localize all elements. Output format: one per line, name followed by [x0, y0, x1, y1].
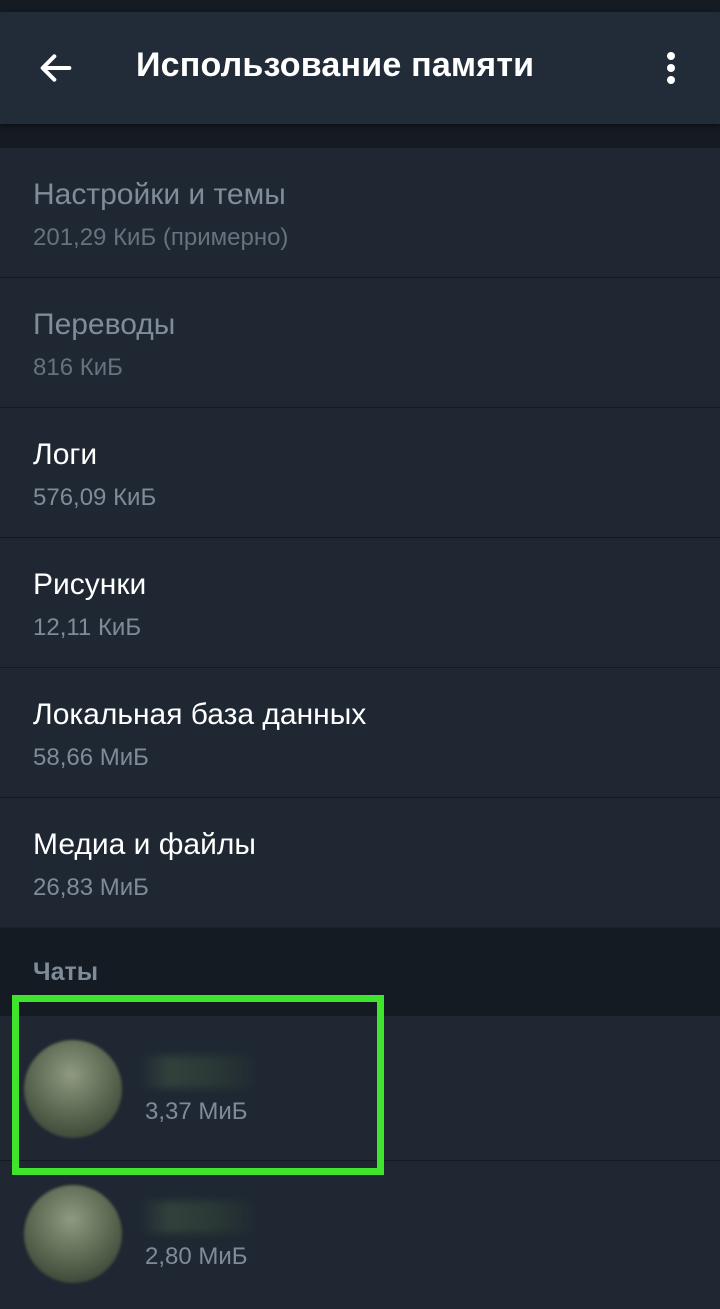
chat-size: 2,80 МиБ [145, 1243, 248, 1270]
chats-section-header: Чаты [0, 928, 720, 1016]
storage-item-pictures[interactable]: Рисунки 12,11 КиБ [0, 538, 720, 668]
storage-item-title: Рисунки [33, 568, 147, 601]
chat-storage-item[interactable]: 2,80 МиБ [0, 1161, 720, 1305]
chats-section-label: Чаты [33, 958, 99, 986]
storage-item-size: 816 КиБ [33, 354, 123, 381]
chats-list: 3,37 МиБ 2,80 МиБ [0, 1016, 720, 1309]
chat-storage-item[interactable]: 3,37 МиБ [0, 1016, 720, 1161]
storage-item-title: Настройки и темы [33, 178, 286, 211]
storage-item-media-files[interactable]: Медиа и файлы 26,83 МиБ [0, 798, 720, 927]
storage-item-settings: Настройки и темы 201,29 КиБ (примерно) [0, 148, 720, 278]
arrow-left-icon [40, 54, 72, 82]
storage-item-title: Переводы [33, 308, 176, 341]
app-bar: Использование памяти [0, 12, 720, 124]
section-divider [0, 124, 720, 148]
more-vertical-icon [667, 52, 675, 84]
back-button[interactable] [28, 40, 84, 96]
storage-item-local-database[interactable]: Локальная база данных 58,66 МиБ [0, 668, 720, 798]
status-bar [0, 0, 720, 12]
storage-item-size: 58,66 МиБ [33, 744, 149, 771]
storage-item-size: 26,83 МиБ [33, 874, 149, 901]
page-title: Использование памяти [136, 46, 535, 84]
storage-item-title: Локальная база данных [33, 698, 367, 731]
chat-name-redacted [140, 1056, 258, 1088]
more-options-button[interactable] [646, 40, 696, 96]
avatar [24, 1040, 122, 1138]
storage-item-title: Медиа и файлы [33, 828, 256, 861]
storage-item-size: 576,09 КиБ [33, 484, 157, 511]
storage-item-translations: Переводы 816 КиБ [0, 278, 720, 408]
storage-list: Настройки и темы 201,29 КиБ (примерно) П… [0, 148, 720, 927]
storage-item-size: 12,11 КиБ [33, 614, 142, 641]
chat-name-redacted [140, 1201, 258, 1233]
chat-size: 3,37 МиБ [145, 1098, 248, 1125]
storage-item-logs[interactable]: Логи 576,09 КиБ [0, 408, 720, 538]
avatar [24, 1185, 122, 1283]
storage-item-size: 201,29 КиБ (примерно) [33, 224, 289, 251]
storage-item-title: Логи [33, 438, 98, 471]
